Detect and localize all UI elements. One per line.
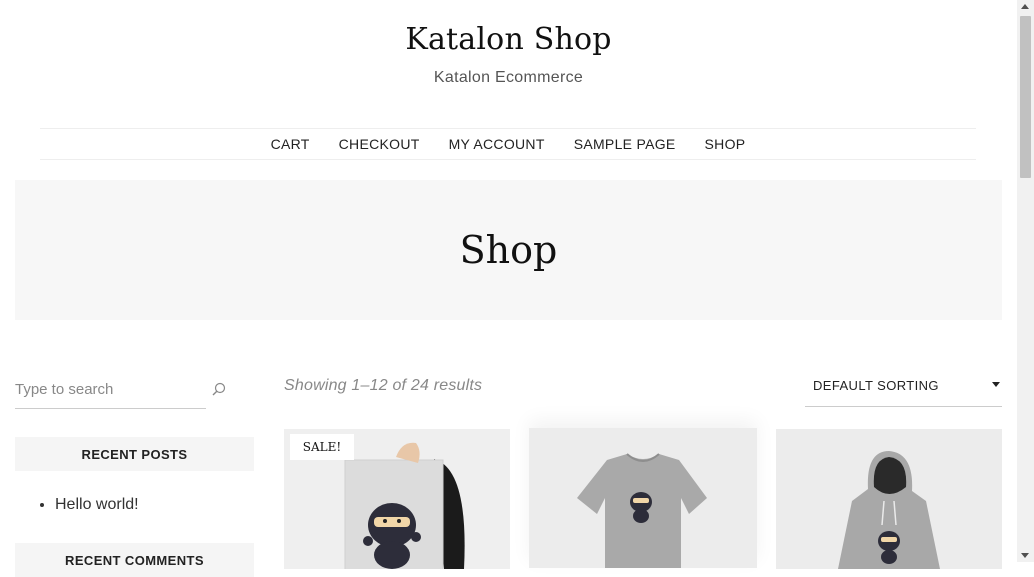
recent-comments-title: RECENT COMMENTS bbox=[15, 543, 254, 577]
sorting-select[interactable]: DEFAULT SORTING bbox=[805, 372, 1002, 407]
page-title: Shop bbox=[459, 228, 558, 272]
recent-posts-list: Hello world! bbox=[35, 492, 139, 518]
nav-item-cart[interactable]: CART bbox=[271, 136, 310, 152]
scrollbar-thumb[interactable] bbox=[1020, 16, 1031, 178]
search-input[interactable] bbox=[15, 372, 185, 406]
sale-badge: SALE! bbox=[290, 434, 354, 460]
site-tagline: Katalon Ecommerce bbox=[433, 69, 584, 86]
tshirt-ninja-image[interactable] bbox=[529, 428, 757, 568]
result-count: Showing 1–12 of 24 results bbox=[284, 377, 483, 394]
scroll-down-icon[interactable] bbox=[1021, 553, 1029, 558]
page-header: Shop bbox=[15, 180, 1002, 320]
recent-posts-title: RECENT POSTS bbox=[15, 437, 254, 471]
scroll-up-icon[interactable] bbox=[1021, 4, 1029, 9]
list-item: Hello world! bbox=[55, 492, 139, 518]
main-navigation: CART CHECKOUT MY ACCOUNT SAMPLE PAGE SHO… bbox=[40, 128, 976, 160]
site-title[interactable]: Katalon Shop bbox=[0, 22, 1017, 57]
nav-item-checkout[interactable]: CHECKOUT bbox=[339, 136, 420, 152]
hoodie-ninja-image[interactable] bbox=[776, 429, 1002, 569]
nav-item-my-account[interactable]: MY ACCOUNT bbox=[449, 136, 545, 152]
scrollbar[interactable] bbox=[1017, 0, 1034, 562]
recent-post-link[interactable]: Hello world! bbox=[55, 496, 139, 513]
product-card[interactable]: SALE! bbox=[284, 429, 510, 569]
nav-item-shop[interactable]: SHOP bbox=[705, 136, 746, 152]
product-card[interactable] bbox=[529, 428, 757, 568]
nav-item-sample-page[interactable]: SAMPLE PAGE bbox=[574, 136, 676, 152]
sorting-selected-value: DEFAULT SORTING bbox=[813, 378, 939, 393]
search-icon[interactable] bbox=[211, 381, 227, 397]
product-card[interactable] bbox=[776, 429, 1002, 569]
chevron-down-icon bbox=[992, 382, 1000, 387]
search-form bbox=[15, 372, 206, 409]
